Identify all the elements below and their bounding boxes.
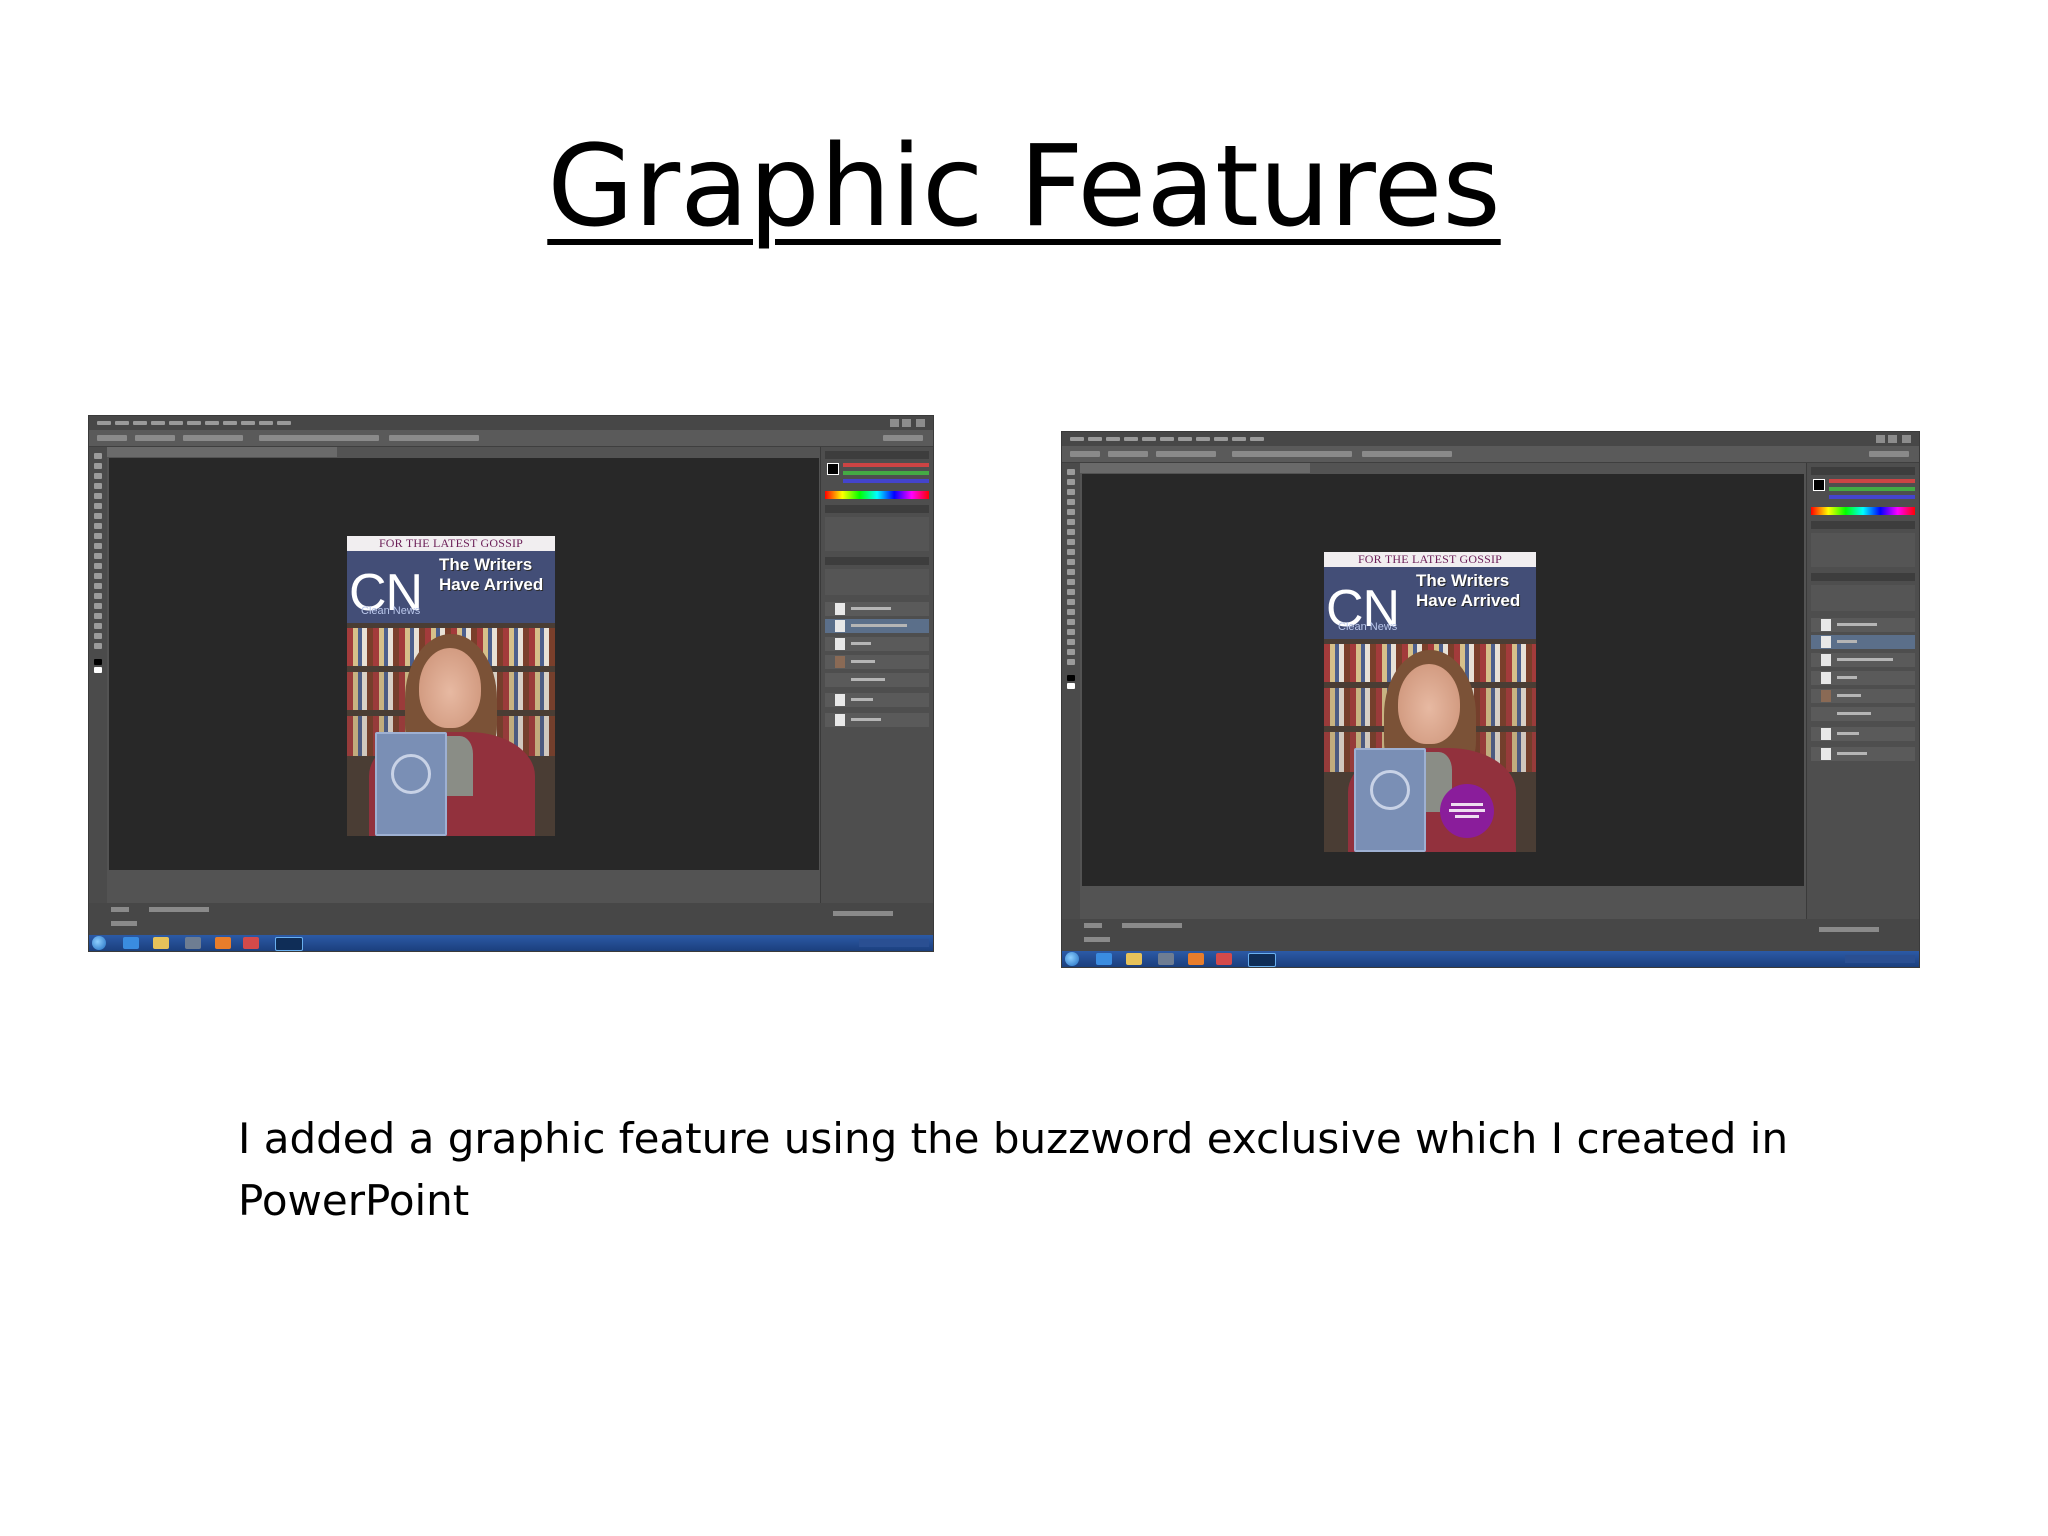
cover-headline: The Writers Have Arrived [1416, 571, 1520, 611]
status-bar [1062, 919, 1919, 951]
ps-menubar [89, 416, 933, 430]
cover-banner: FOR THE LATEST GOSSIP [347, 536, 555, 551]
maximize-icon[interactable] [1888, 435, 1897, 443]
close-icon[interactable] [1902, 435, 1911, 443]
document-tab[interactable] [1080, 463, 1310, 473]
file-explorer-icon[interactable] [1126, 953, 1142, 965]
cover-headline-line2: Have Arrived [439, 575, 544, 594]
cover-headline-line1: The Writers [1416, 571, 1510, 590]
ps-options-bar [89, 430, 933, 447]
screenshot-before: FOR THE LATEST GOSSIP CN Clean News The … [89, 416, 933, 951]
photoshop-icon[interactable] [1248, 953, 1276, 967]
magazine-cover: FOR THE LATEST GOSSIP CN Clean News The … [1324, 552, 1536, 852]
screenshot-after: FOR THE LATEST GOSSIP CN Clean News The … [1062, 432, 1919, 967]
photoshop-icon[interactable] [275, 937, 303, 951]
cover-masthead: CN Clean News The Writers Have Arrived [347, 551, 555, 623]
magazine-cover: FOR THE LATEST GOSSIP CN Clean News The … [347, 536, 555, 836]
cover-headline-line2: Have Arrived [1416, 591, 1521, 610]
canvas-area[interactable]: FOR THE LATEST GOSSIP CN Clean News The … [1082, 474, 1804, 886]
taskbar-app-icon[interactable] [185, 937, 201, 949]
cover-logo-subtitle: Clean News [361, 605, 421, 617]
windows-start-icon[interactable] [1065, 952, 1079, 966]
minimize-icon[interactable] [890, 419, 899, 427]
cover-headline: The Writers Have Arrived [439, 555, 543, 595]
taskbar-app-icon[interactable] [243, 937, 259, 949]
exclusive-buzzword-badge [1440, 784, 1494, 838]
internet-explorer-icon[interactable] [1096, 953, 1112, 965]
canvas-area[interactable]: FOR THE LATEST GOSSIP CN Clean News The … [109, 458, 819, 870]
cover-headline-line1: The Writers [439, 555, 533, 574]
internet-explorer-icon[interactable] [123, 937, 139, 949]
slide-caption: I added a graphic feature using the buzz… [238, 1114, 1789, 1225]
file-explorer-icon[interactable] [153, 937, 169, 949]
cover-banner: FOR THE LATEST GOSSIP [1324, 552, 1536, 567]
panels-dock [820, 447, 933, 903]
windows-taskbar [89, 935, 933, 951]
document-tab[interactable] [107, 447, 337, 457]
close-icon[interactable] [916, 419, 925, 427]
ps-menubar [1062, 432, 1919, 446]
taskbar-app-icon[interactable] [1188, 953, 1204, 965]
windows-taskbar [1062, 951, 1919, 967]
maximize-icon[interactable] [902, 419, 911, 427]
panels-dock [1806, 463, 1919, 919]
tools-panel [1062, 463, 1080, 919]
cover-logo-subtitle: Clean News [1338, 621, 1398, 633]
taskbar-app-icon[interactable] [1216, 953, 1232, 965]
system-tray[interactable] [1845, 955, 1915, 963]
tools-panel [89, 447, 107, 903]
system-tray[interactable] [859, 939, 929, 947]
taskbar-app-icon[interactable] [1158, 953, 1174, 965]
badge-text-icon [1449, 803, 1485, 818]
status-bar [89, 903, 933, 935]
windows-start-icon[interactable] [92, 936, 106, 950]
ps-options-bar [1062, 446, 1919, 463]
slide-title: Graphic Features [547, 122, 1501, 252]
cover-masthead: CN Clean News The Writers Have Arrived [1324, 567, 1536, 639]
minimize-icon[interactable] [1876, 435, 1885, 443]
taskbar-app-icon[interactable] [215, 937, 231, 949]
